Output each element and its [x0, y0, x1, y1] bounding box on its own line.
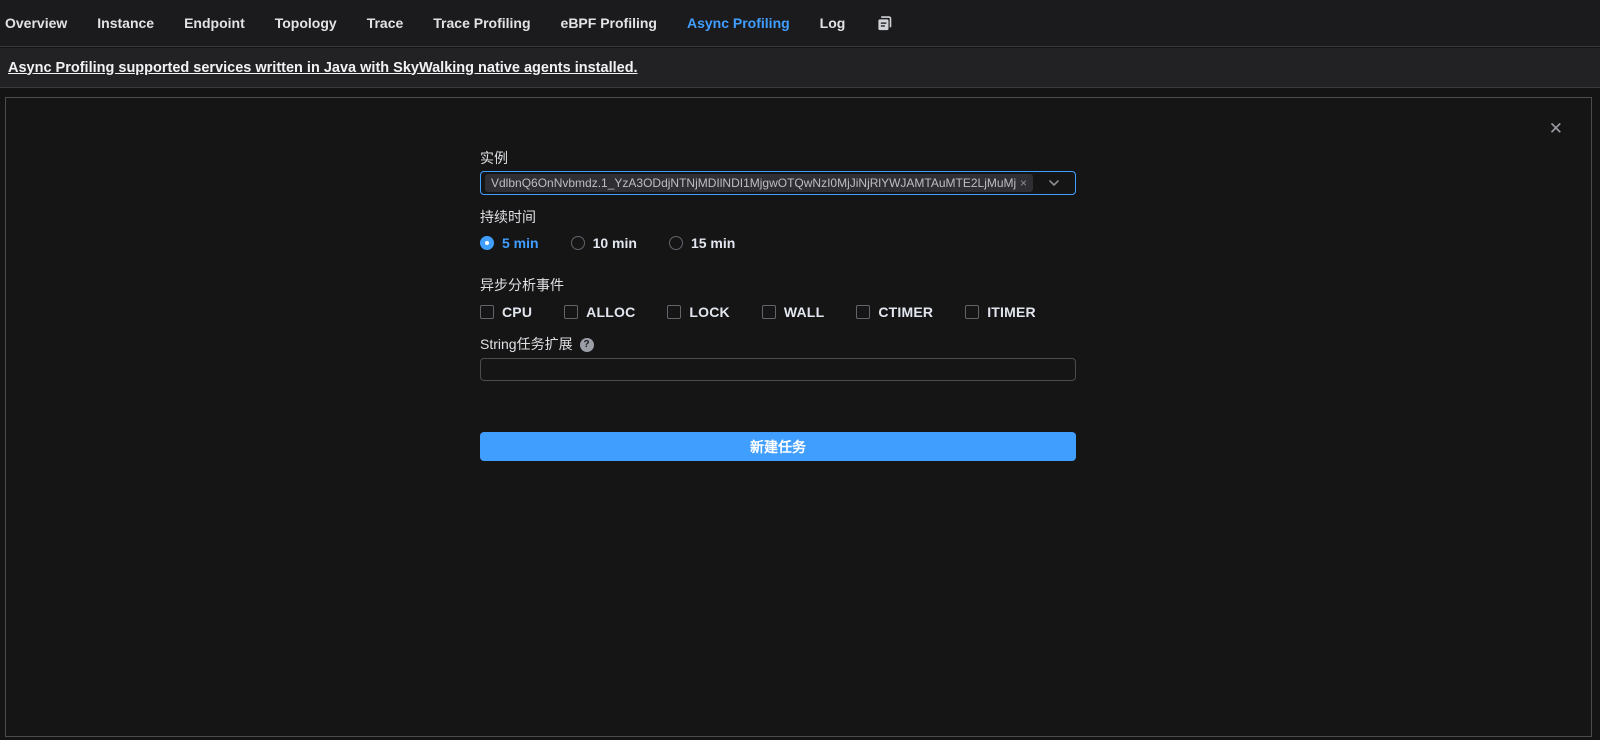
checkbox-label: ALLOC [586, 304, 635, 320]
extension-label: String任务扩展 [480, 336, 573, 353]
tab-instance[interactable]: Instance [97, 15, 154, 31]
tag-remove-icon[interactable]: × [1020, 177, 1027, 189]
copy-docs-icon[interactable] [875, 14, 894, 33]
new-task-panel: ✕ 实例 VdlbnQ6OnNvbmdz.1_YzA3ODdjNTNjMDIlN… [5, 97, 1592, 737]
checkbox-box [667, 305, 681, 319]
radio-label: 15 min [691, 235, 735, 251]
checkbox-box [762, 305, 776, 319]
checkbox-lock[interactable]: LOCK [667, 304, 729, 320]
duration-label: 持续时间 [480, 209, 1076, 226]
checkbox-ctimer[interactable]: CTIMER [856, 304, 933, 320]
tab-endpoint[interactable]: Endpoint [184, 15, 245, 31]
instance-tag-value: VdlbnQ6OnNvbmdz.1_YzA3ODdjNTNjMDIlNDI1Mj… [491, 176, 1016, 190]
checkbox-label: CPU [502, 304, 532, 320]
checkbox-box [965, 305, 979, 319]
radio-5min[interactable]: 5 min [480, 235, 539, 251]
events-label: 异步分析事件 [480, 277, 1076, 294]
question-icon[interactable]: ? [580, 338, 594, 352]
tab-async-profiling[interactable]: Async Profiling [687, 15, 790, 31]
tab-log[interactable]: Log [820, 15, 846, 31]
checkbox-label: WALL [784, 304, 824, 320]
checkbox-box [480, 305, 494, 319]
radio-15min[interactable]: 15 min [669, 235, 735, 251]
tab-overview[interactable]: Overview [5, 15, 67, 31]
close-icon[interactable]: ✕ [1549, 120, 1563, 137]
radio-10min[interactable]: 10 min [571, 235, 637, 251]
checkbox-label: CTIMER [878, 304, 933, 320]
extension-label-row: String任务扩展 ? [480, 336, 1076, 353]
create-task-button[interactable]: 新建任务 [480, 432, 1076, 461]
radio-label: 5 min [502, 235, 539, 251]
radio-dot [571, 236, 585, 250]
chevron-down-icon[interactable] [1033, 176, 1075, 190]
tab-trace[interactable]: Trace [367, 15, 404, 31]
tab-trace-profiling[interactable]: Trace Profiling [433, 15, 530, 31]
new-task-form: 实例 VdlbnQ6OnNvbmdz.1_YzA3ODdjNTNjMDIlNDI… [480, 150, 1076, 461]
instance-label: 实例 [480, 150, 1076, 167]
radio-label: 10 min [593, 235, 637, 251]
events-checkbox-group: CPU ALLOC LOCK WALL CTIMER [480, 304, 1076, 320]
checkbox-itimer[interactable]: ITIMER [965, 304, 1036, 320]
instance-select[interactable]: VdlbnQ6OnNvbmdz.1_YzA3ODdjNTNjMDIlNDI1Mj… [480, 171, 1076, 195]
tab-ebpf-profiling[interactable]: eBPF Profiling [561, 15, 657, 31]
checkbox-cpu[interactable]: CPU [480, 304, 532, 320]
tab-topology[interactable]: Topology [275, 15, 337, 31]
instance-tag: VdlbnQ6OnNvbmdz.1_YzA3ODdjNTNjMDIlNDI1Mj… [485, 174, 1033, 192]
checkbox-label: ITIMER [987, 304, 1036, 320]
doc-banner: Async Profiling supported services writt… [0, 48, 1600, 88]
checkbox-box [564, 305, 578, 319]
top-nav: Overview Instance Endpoint Topology Trac… [0, 0, 1600, 47]
duration-radio-group: 5 min 10 min 15 min [480, 235, 1076, 251]
extension-input[interactable] [480, 358, 1076, 381]
checkbox-box [856, 305, 870, 319]
page: Overview Instance Endpoint Topology Trac… [0, 0, 1600, 740]
radio-dot [480, 236, 494, 250]
supported-services-link[interactable]: Async Profiling supported services writt… [8, 60, 638, 76]
radio-dot [669, 236, 683, 250]
checkbox-alloc[interactable]: ALLOC [564, 304, 635, 320]
checkbox-label: LOCK [689, 304, 729, 320]
checkbox-wall[interactable]: WALL [762, 304, 824, 320]
